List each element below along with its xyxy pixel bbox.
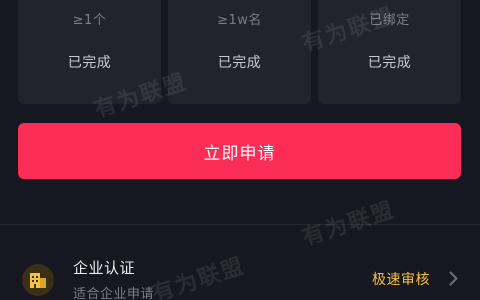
requirement-cards: ≥1个 已完成 ≥1w名 已完成 已绑定 已完成 [18, 0, 461, 104]
section-divider [0, 224, 480, 225]
enterprise-subtitle: 适合企业申请 [73, 287, 155, 300]
enterprise-title: 企业认证 [73, 259, 136, 277]
apply-now-button[interactable]: 立即申请 [18, 123, 461, 179]
requirement-value: ≥1个 [72, 13, 107, 28]
fast-review-label: 极速审核 [372, 272, 430, 288]
requirement-value: ≥1w名 [217, 13, 262, 28]
requirement-status: 已完成 [367, 55, 412, 71]
app-screen: ≥1个 已完成 ≥1w名 已完成 已绑定 已完成 立即申请 企业认证 适合企业申… [0, 0, 480, 300]
requirement-card-binding: 已绑定 已完成 [318, 0, 461, 104]
requirement-status: 已完成 [67, 55, 112, 71]
building-icon [22, 264, 54, 296]
enterprise-certification-row[interactable]: 企业认证 适合企业申请 极速审核 [0, 246, 480, 300]
requirement-value: 已绑定 [369, 13, 410, 28]
watermark-text: 有为联盟 [299, 197, 399, 252]
requirement-status: 已完成 [217, 55, 262, 71]
requirement-card-works: ≥1个 已完成 [18, 0, 161, 104]
chevron-right-icon [449, 271, 458, 286]
requirement-card-followers: ≥1w名 已完成 [168, 0, 311, 104]
